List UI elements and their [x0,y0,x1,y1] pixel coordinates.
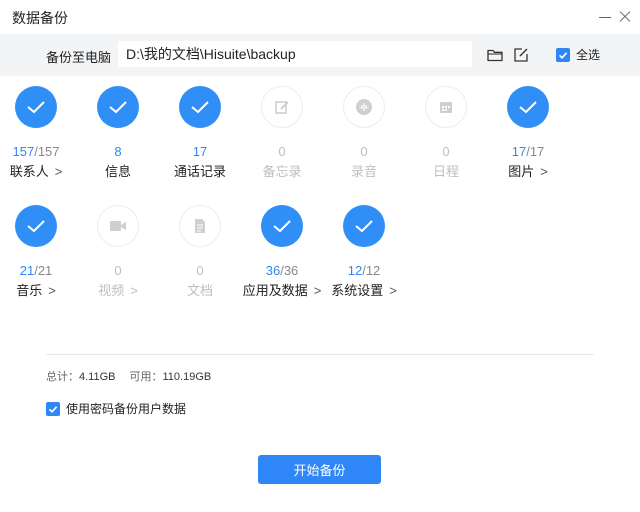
category-system-settings[interactable]: 12/12 系统设置 > [319,205,409,299]
category-music[interactable]: 21/21 音乐 > [0,205,81,299]
category-label: 通话记录 [173,164,226,179]
total-value: 4.11GB [79,371,116,383]
category-count: 0 [278,144,286,159]
close-button[interactable] [614,6,636,28]
category-count: 17 [192,144,208,159]
available-value: 110.19GB [162,371,212,383]
category-messages[interactable]: 8 信息 [73,86,163,180]
category-label: 信息 [104,164,131,179]
total-label: 总计： [46,371,79,383]
category-call-log[interactable]: 17 通话记录 [155,86,245,180]
chevron-right-icon: > [48,283,56,298]
password-backup-label: 使用密码备份用户数据 [66,402,187,416]
category-documents[interactable]: 0 文档 [155,205,245,299]
category-count: 8 [114,144,122,159]
calendar-icon [425,86,467,128]
check-circle-icon [15,205,57,247]
category-count: 17/17 [511,144,545,159]
category-label: 联系人 > [9,164,63,179]
check-circle-icon [15,86,57,128]
start-backup-button[interactable]: 开始备份 [258,455,381,484]
backup-path-bar: 备份至电脑 全选 [0,34,640,76]
document-icon [179,205,221,247]
category-label: 日程 [432,164,459,179]
category-count: 0 [360,144,368,159]
category-memo[interactable]: 0 备忘录 [237,86,327,180]
category-apps[interactable]: 36/36 应用及数据 > [237,205,327,299]
category-count: 12/12 [347,263,381,278]
check-circle-icon [261,205,303,247]
check-circle-icon [343,205,385,247]
recording-icon [343,86,385,128]
chevron-right-icon: > [389,283,397,298]
category-count: 36/36 [265,263,299,278]
check-circle-icon [179,86,221,128]
category-videos[interactable]: 0 视频 > [73,205,163,299]
video-icon [97,205,139,247]
check-circle-icon [507,86,549,128]
select-all-checkbox[interactable]: 全选 [556,46,600,63]
select-all-label: 全选 [576,48,601,62]
check-circle-icon [97,86,139,128]
window-title: 数据备份 [12,10,68,26]
category-label: 录音 [350,164,377,179]
chevron-right-icon: > [540,164,548,179]
checkbox-checked-icon [556,47,570,62]
category-label: 系统设置 > [331,283,397,298]
backup-path-input[interactable] [118,41,472,67]
chevron-right-icon: > [54,164,63,179]
category-count: 157/157 [12,144,60,159]
title-bar: 数据备份 [0,0,640,34]
category-count: 0 [442,144,450,159]
password-backup-checkbox[interactable]: 使用密码备份用户数据 [46,400,186,417]
category-label: 视频 > [98,283,138,298]
category-label: 文档 [186,283,213,298]
category-label: 音乐 > [16,283,56,298]
category-count: 0 [114,263,122,278]
memo-icon [261,86,303,128]
folder-icon[interactable] [486,46,504,64]
category-label: 图片 > [508,164,548,179]
checkbox-checked-icon [46,401,60,416]
category-count: 0 [196,263,204,278]
category-label: 应用及数据 > [242,283,322,298]
category-calendar[interactable]: 0 日程 [401,86,491,180]
divider [46,354,594,355]
storage-summary: 总计：4.11GB 可用：110.19GB [46,368,211,384]
available-label: 可用： [129,371,163,383]
minimize-button[interactable] [594,6,616,28]
category-label: 备忘录 [262,164,302,179]
category-recordings[interactable]: 0 录音 [319,86,409,180]
category-pictures[interactable]: 17/17 图片 > [483,86,573,180]
edit-icon[interactable] [512,46,530,64]
category-count: 21/21 [19,263,53,278]
backup-destination-label: 备份至电脑 [46,50,112,65]
chevron-right-icon: > [130,283,138,298]
category-contacts[interactable]: 157/157 联系人 > [0,86,81,180]
